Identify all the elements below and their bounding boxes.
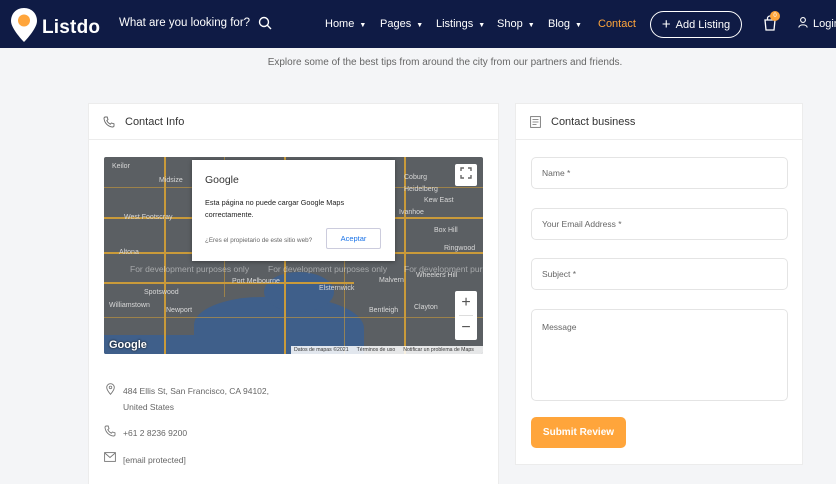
search-icon[interactable] — [258, 16, 272, 35]
google-logo: Google — [109, 339, 147, 351]
search-prompt[interactable]: What are you looking for? — [119, 17, 250, 29]
user-icon — [798, 17, 813, 31]
map-label: Williamstown — [109, 302, 150, 309]
map-label: Altona — [119, 249, 139, 256]
map-label: West Footscray — [124, 214, 173, 221]
menu-contact[interactable]: Contact — [598, 18, 636, 30]
plus-icon: + — [661, 16, 671, 33]
site-logo[interactable]: Listdo — [10, 7, 100, 48]
map-data-credit: Datos de mapas ©2021 — [294, 347, 349, 353]
menu-listings-label: Listings — [436, 18, 474, 30]
address-row: 484 Ellis St, San Francisco, CA 94102, U… — [104, 383, 269, 415]
add-listing-label: Add Listing — [675, 18, 731, 31]
phone-text[interactable]: +61 2 8236 9200 — [123, 425, 187, 441]
chevron-down-icon: ▼ — [359, 22, 367, 29]
map-label: Newport — [166, 307, 193, 314]
map-zoom-control: + − — [455, 291, 477, 340]
address-line-2: United States — [123, 402, 175, 412]
email-field[interactable] — [531, 208, 788, 240]
map-footer: Datos de mapas ©2021 Términos de uso Not… — [291, 346, 483, 354]
login-label: Login — [813, 18, 836, 30]
map-dialog-brand: Google — [205, 174, 239, 186]
menu-listings[interactable]: Listings ▼ — [436, 18, 485, 30]
zoom-out-button[interactable]: − — [455, 316, 477, 340]
phone-icon — [103, 116, 115, 128]
menu-home[interactable]: Home ▼ — [325, 18, 366, 30]
submit-review-button[interactable]: Submit Review — [531, 417, 626, 448]
map-dialog-owner-link[interactable]: ¿Eres el propietario de este sitio web? — [205, 237, 312, 244]
map-error-dialog: Google Esta página no puede cargar Googl… — [192, 160, 395, 261]
map-label: Kew East — [424, 197, 454, 204]
login-link[interactable]: Login — [798, 17, 836, 31]
map-label: Bentleigh — [369, 307, 399, 314]
menu-blog[interactable]: Blog ▼ — [548, 18, 582, 30]
map-label: Keilor — [112, 163, 130, 170]
address-line-1: 484 Ellis St, San Francisco, CA 94102, — [123, 386, 269, 396]
menu-pages[interactable]: Pages ▼ — [380, 18, 423, 30]
map-dev-watermark: For development purposes only — [404, 264, 483, 274]
map-label: Heidelberg — [404, 186, 438, 193]
note-icon — [530, 115, 541, 128]
contact-info-title: Contact Info — [125, 115, 185, 128]
mail-icon — [104, 452, 116, 462]
add-listing-button[interactable]: + Add Listing — [650, 11, 742, 38]
map-label: Spotswood — [144, 289, 179, 296]
menu-shop[interactable]: Shop ▼ — [497, 18, 535, 30]
map-label: Coburg — [404, 174, 427, 181]
map-dev-watermark: For development purposes only — [268, 264, 388, 274]
contact-business-title: Contact business — [551, 115, 636, 128]
map-label: Ringwood — [444, 245, 476, 252]
cart-count-badge: 0 — [770, 11, 780, 21]
message-field[interactable] — [531, 309, 788, 401]
chevron-down-icon: ▼ — [478, 22, 486, 29]
map-road — [104, 317, 483, 318]
map-fullscreen-button[interactable] — [455, 164, 477, 186]
email-row: [email protected] — [104, 452, 186, 468]
map-terms-link[interactable]: Términos de uso — [357, 347, 396, 353]
menu-shop-label: Shop — [497, 18, 523, 30]
map-accept-button[interactable]: Aceptar — [326, 228, 381, 249]
zoom-in-button[interactable]: + — [455, 291, 477, 315]
email-text[interactable]: [email protected] — [123, 452, 186, 468]
map-report-link[interactable]: Notificar un problema de Maps — [403, 347, 474, 353]
map-label: Elsternwick — [319, 285, 355, 292]
top-navbar: Listdo What are you looking for? Home ▼ P… — [0, 0, 836, 48]
chevron-down-icon: ▼ — [575, 22, 582, 29]
map-label: Malvern — [379, 277, 404, 284]
contact-info-header: Contact Info — [89, 104, 498, 140]
logo-text: Listdo — [42, 16, 101, 38]
map-label: Midsize — [159, 177, 183, 184]
map-label: Box Hill — [434, 227, 458, 234]
page-subtitle: Explore some of the best tips from aroun… — [267, 57, 623, 68]
menu-home-label: Home — [325, 18, 355, 30]
chevron-down-icon: ▼ — [527, 22, 535, 29]
map-label: Ivanhoe — [399, 209, 424, 216]
map-road — [104, 282, 354, 284]
contact-info-card: Contact Info Keilor Midsize Coburg Heide… — [88, 103, 499, 484]
subject-field[interactable] — [531, 258, 788, 290]
google-map[interactable]: Keilor Midsize Coburg Heidelberg Ivanhoe… — [104, 157, 483, 354]
map-label: Clayton — [414, 304, 438, 311]
menu-pages-label: Pages — [380, 18, 412, 30]
map-dialog-message: Esta página no puede cargar Google Maps … — [205, 198, 345, 219]
contact-business-card: Contact business Submit Review — [515, 103, 803, 465]
logo-pin-icon — [10, 7, 38, 48]
chevron-down-icon: ▼ — [416, 22, 424, 29]
phone-icon — [104, 425, 116, 437]
fullscreen-icon — [460, 166, 472, 184]
address-text: 484 Ellis St, San Francisco, CA 94102, U… — [123, 383, 269, 415]
name-field[interactable] — [531, 157, 788, 189]
phone-row: +61 2 8236 9200 — [104, 425, 187, 441]
map-label: Port Melbourne — [232, 278, 280, 285]
menu-blog-label: Blog — [548, 18, 571, 30]
location-pin-icon — [104, 383, 116, 395]
contact-business-header: Contact business — [516, 104, 802, 140]
menu-contact-label: Contact — [598, 18, 636, 30]
map-dev-watermark: For development purposes only — [130, 264, 250, 274]
